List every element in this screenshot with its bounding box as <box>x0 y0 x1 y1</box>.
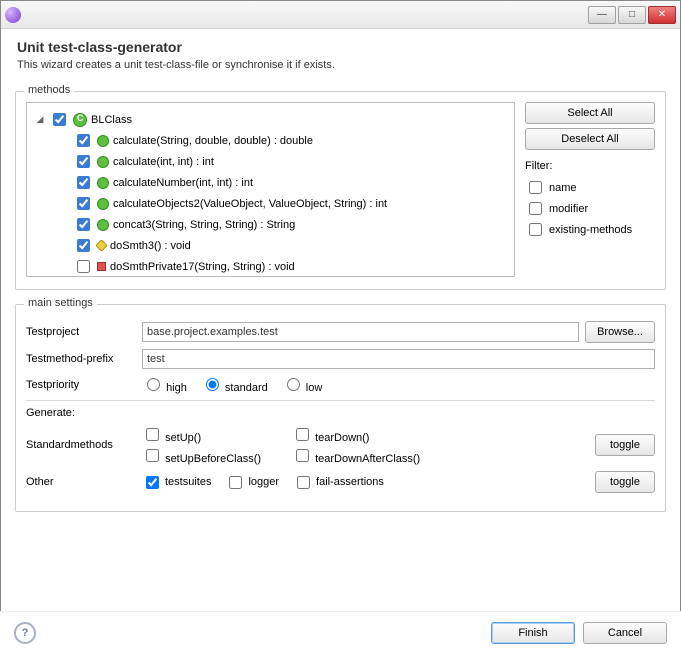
method-checkbox[interactable] <box>77 155 90 168</box>
visibility-private-icon <box>97 262 106 271</box>
filter-checkbox[interactable] <box>529 223 542 236</box>
settings-group: main settings Testproject Browse... Test… <box>15 304 666 512</box>
method-row[interactable]: calculateObjects2(ValueObject, ValueObje… <box>31 193 510 214</box>
visibility-public-icon <box>97 198 109 210</box>
filter-label: Filter: <box>525 160 655 172</box>
testproject-label: Testproject <box>26 326 136 338</box>
class-checkbox[interactable] <box>53 113 66 126</box>
standardmethods-label: Standardmethods <box>26 439 136 451</box>
finish-button[interactable]: Finish <box>491 622 575 644</box>
browse-button[interactable]: Browse... <box>585 321 655 343</box>
other-testsuites[interactable]: testsuites <box>142 473 211 492</box>
generate-label: Generate: <box>26 407 655 419</box>
filter-checkbox[interactable] <box>529 181 542 194</box>
method-label: doSmthPrivate17(String, String) : void <box>110 261 295 273</box>
class-icon <box>73 113 87 127</box>
method-row[interactable]: concat3(String, String, String) : String <box>31 214 510 235</box>
other-fail-assertions[interactable]: fail-assertions <box>293 473 384 492</box>
priority-high[interactable]: high <box>142 375 187 394</box>
visibility-public-icon <box>97 219 109 231</box>
help-icon[interactable]: ? <box>14 622 36 644</box>
tree-class-row[interactable]: ◢ BLClass <box>31 109 510 130</box>
collapse-icon[interactable]: ◢ <box>35 114 45 125</box>
setup-checkbox[interactable]: setUp() <box>142 425 282 444</box>
prefix-label: Testmethod-prefix <box>26 353 136 365</box>
maximize-button[interactable]: □ <box>618 6 646 24</box>
visibility-public-icon <box>97 156 109 168</box>
page-title: Unit test-class-generator <box>17 39 664 55</box>
filter-existing-methods[interactable]: existing-methods <box>525 220 655 239</box>
method-label: calculate(String, double, double) : doub… <box>113 135 313 147</box>
method-label: calculate(int, int) : int <box>113 156 214 168</box>
wizard-header: Unit test-class-generator This wizard cr… <box>1 29 680 85</box>
other-checkbox[interactable] <box>146 476 159 489</box>
cancel-button[interactable]: Cancel <box>583 622 667 644</box>
settings-legend: main settings <box>24 297 97 309</box>
method-checkbox[interactable] <box>77 260 90 273</box>
method-label: doSmth3() : void <box>110 240 191 252</box>
setupbeforeclass-checkbox[interactable]: setUpBeforeClass() <box>142 446 282 465</box>
select-all-button[interactable]: Select All <box>525 102 655 124</box>
method-checkbox[interactable] <box>77 134 90 147</box>
class-label: BLClass <box>91 114 132 126</box>
filter-checkbox[interactable] <box>529 202 542 215</box>
eclipse-icon <box>5 7 21 23</box>
deselect-all-button[interactable]: Deselect All <box>525 128 655 150</box>
method-label: calculateObjects2(ValueObject, ValueObje… <box>113 198 387 210</box>
visibility-public-icon <box>97 177 109 189</box>
method-row[interactable]: calculate(int, int) : int <box>31 151 510 172</box>
methods-tree[interactable]: ◢ BLClass calculate(String, double, doub… <box>26 102 515 277</box>
methods-legend: methods <box>24 84 74 96</box>
filter-name[interactable]: name <box>525 178 655 197</box>
method-row[interactable]: doSmth3() : void <box>31 235 510 256</box>
other-checkbox[interactable] <box>297 476 310 489</box>
teardown-checkbox[interactable]: tearDown() <box>292 425 452 444</box>
filter-modifier[interactable]: modifier <box>525 199 655 218</box>
priority-low[interactable]: low <box>282 375 323 394</box>
method-checkbox[interactable] <box>77 239 90 252</box>
other-checkbox[interactable] <box>229 476 242 489</box>
other-logger[interactable]: logger <box>225 473 279 492</box>
prefix-input[interactable] <box>142 349 655 369</box>
visibility-public-icon <box>97 135 109 147</box>
toggle-other-button[interactable]: toggle <box>595 471 655 493</box>
teardownafterclass-checkbox[interactable]: tearDownAfterClass() <box>292 446 452 465</box>
method-checkbox[interactable] <box>77 176 90 189</box>
method-row[interactable]: calculate(String, double, double) : doub… <box>31 130 510 151</box>
titlebar: — □ ✕ <box>1 1 680 29</box>
method-checkbox[interactable] <box>77 197 90 210</box>
close-button[interactable]: ✕ <box>648 6 676 24</box>
testproject-input[interactable] <box>142 322 579 342</box>
footer: ? Finish Cancel <box>0 611 681 658</box>
method-label: concat3(String, String, String) : String <box>113 219 295 231</box>
minimize-button[interactable]: — <box>588 6 616 24</box>
priority-standard[interactable]: standard <box>201 375 268 394</box>
page-subtitle: This wizard creates a unit test-class-fi… <box>17 59 664 71</box>
methods-group: methods ◢ BLClass calculate(String, doub… <box>15 91 666 290</box>
method-label: calculateNumber(int, int) : int <box>113 177 253 189</box>
method-checkbox[interactable] <box>77 218 90 231</box>
method-row[interactable]: doSmthPrivate17(String, String) : void <box>31 256 510 277</box>
priority-label: Testpriority <box>26 379 136 391</box>
method-row[interactable]: calculateNumber(int, int) : int <box>31 172 510 193</box>
visibility-protected-icon <box>95 239 108 252</box>
other-label: Other <box>26 476 136 488</box>
toggle-std-button[interactable]: toggle <box>595 434 655 456</box>
